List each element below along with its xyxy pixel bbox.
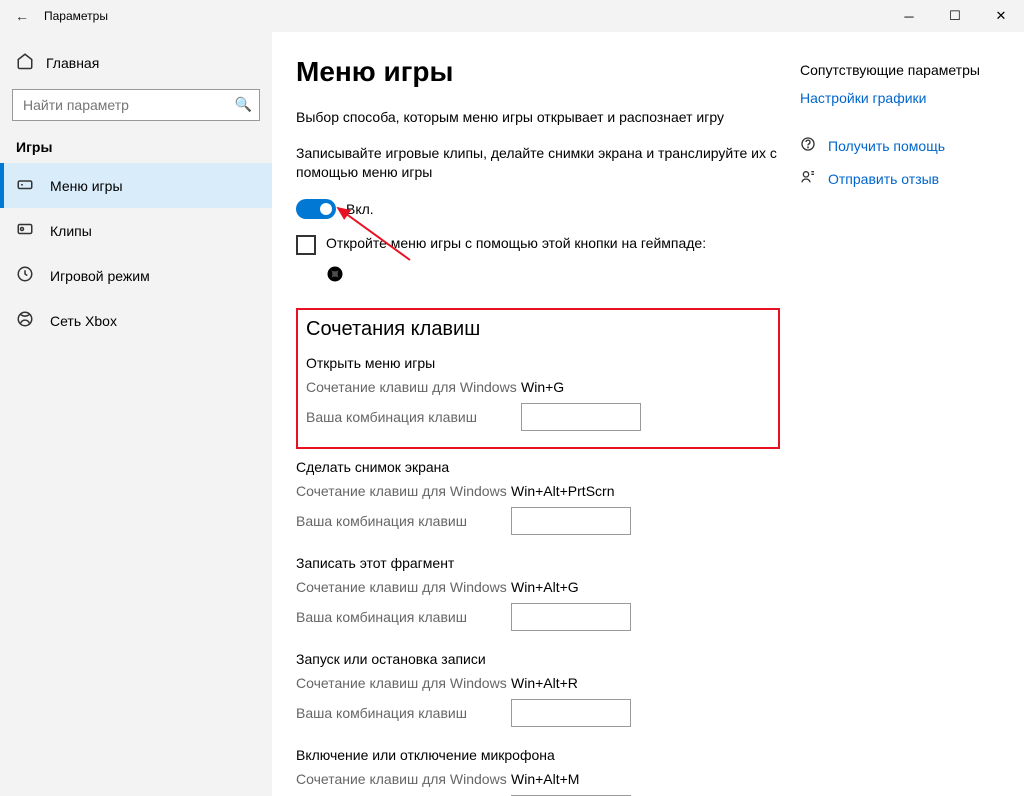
xbox-button-icon xyxy=(326,265,780,288)
nav-label: Меню игры xyxy=(50,178,123,194)
custom-shortcut-input[interactable] xyxy=(511,507,631,535)
related-panel: Сопутствующие параметры Настройки график… xyxy=(800,56,1000,796)
feedback-link[interactable]: Отправить отзыв xyxy=(800,169,1000,188)
related-heading: Сопутствующие параметры xyxy=(800,62,1000,78)
xbox-icon xyxy=(16,310,34,331)
win-shortcut-value: Win+Alt+G xyxy=(511,579,579,595)
win-shortcut-value: Win+Alt+M xyxy=(511,771,579,787)
home-icon xyxy=(16,52,32,73)
gamepad-checkbox[interactable] xyxy=(296,235,316,255)
page-title: Меню игры xyxy=(296,56,780,88)
win-shortcut-label: Сочетание клавиш для Windows xyxy=(296,771,511,787)
search-icon: 🔍 xyxy=(235,96,252,113)
clips-icon xyxy=(16,220,34,241)
maximize-button[interactable]: ☐ xyxy=(932,0,978,32)
win-shortcut-label: Сочетание клавиш для Windows xyxy=(296,483,511,499)
feedback-label: Отправить отзыв xyxy=(828,171,939,187)
shortcut-name: Открыть меню игры xyxy=(306,355,770,371)
toggle-state-label: Вкл. xyxy=(346,201,374,217)
nav-label: Игровой режим xyxy=(50,268,150,284)
win-shortcut-label: Сочетание клавиш для Windows xyxy=(296,675,511,691)
custom-shortcut-input[interactable] xyxy=(521,403,641,431)
back-button[interactable]: ← xyxy=(8,8,36,24)
sidebar: Главная 🔍 Игры Меню игры Клипы Игровой р… xyxy=(0,32,272,796)
home-label: Главная xyxy=(46,55,99,71)
custom-shortcut-input[interactable] xyxy=(511,699,631,727)
custom-shortcut-label: Ваша комбинация клавиш xyxy=(296,705,511,721)
help-label: Получить помощь xyxy=(828,138,945,154)
win-shortcut-value: Win+Alt+R xyxy=(511,675,578,691)
shortcut-name: Записать этот фрагмент xyxy=(296,555,780,571)
category-heading: Игры xyxy=(0,139,272,163)
feedback-icon xyxy=(800,169,818,188)
description-1: Выбор способа, которым меню игры открыва… xyxy=(296,108,780,128)
custom-shortcut-label: Ваша комбинация клавиш xyxy=(306,409,521,425)
highlighted-section: Сочетания клавиш Открыть меню игры Сочет… xyxy=(296,308,780,449)
checkbox-label: Откройте меню игры с помощью этой кнопки… xyxy=(326,235,706,251)
custom-shortcut-label: Ваша комбинация клавиш xyxy=(296,609,511,625)
win-shortcut-label: Сочетание клавиш для Windows xyxy=(296,579,511,595)
nav-game-menu[interactable]: Меню игры xyxy=(0,163,272,208)
description-2: Записывайте игровые клипы, делайте снимк… xyxy=(296,144,780,183)
nav-label: Клипы xyxy=(50,223,92,239)
home-nav[interactable]: Главная xyxy=(0,44,272,81)
shortcut-name: Запуск или остановка записи xyxy=(296,651,780,667)
custom-shortcut-input[interactable] xyxy=(511,603,631,631)
graphics-settings-link[interactable]: Настройки графики xyxy=(800,90,1000,106)
win-shortcut-label: Сочетание клавиш для Windows xyxy=(306,379,521,395)
win-shortcut-value: Win+G xyxy=(521,379,564,395)
close-button[interactable]: ✕ xyxy=(978,0,1024,32)
get-help-link[interactable]: Получить помощь xyxy=(800,136,1000,155)
win-shortcut-value: Win+Alt+PrtScrn xyxy=(511,483,614,499)
nav-game-mode[interactable]: Игровой режим xyxy=(0,253,272,298)
content-area: Меню игры Выбор способа, которым меню иг… xyxy=(296,56,780,796)
shortcut-name: Сделать снимок экрана xyxy=(296,459,780,475)
window-title: Параметры xyxy=(44,9,108,23)
shortcuts-heading: Сочетания клавиш xyxy=(306,318,770,341)
titlebar: ← Параметры ─ ☐ ✕ xyxy=(0,0,1024,32)
minimize-button[interactable]: ─ xyxy=(886,0,932,32)
game-bar-icon xyxy=(16,175,34,196)
search-input[interactable] xyxy=(12,89,260,121)
game-mode-icon xyxy=(16,265,34,286)
nav-clips[interactable]: Клипы xyxy=(0,208,272,253)
game-bar-toggle[interactable] xyxy=(296,199,336,219)
help-icon xyxy=(800,136,818,155)
nav-label: Сеть Xbox xyxy=(50,313,117,329)
shortcut-name: Включение или отключение микрофона xyxy=(296,747,780,763)
custom-shortcut-label: Ваша комбинация клавиш xyxy=(296,513,511,529)
nav-xbox-network[interactable]: Сеть Xbox xyxy=(0,298,272,343)
